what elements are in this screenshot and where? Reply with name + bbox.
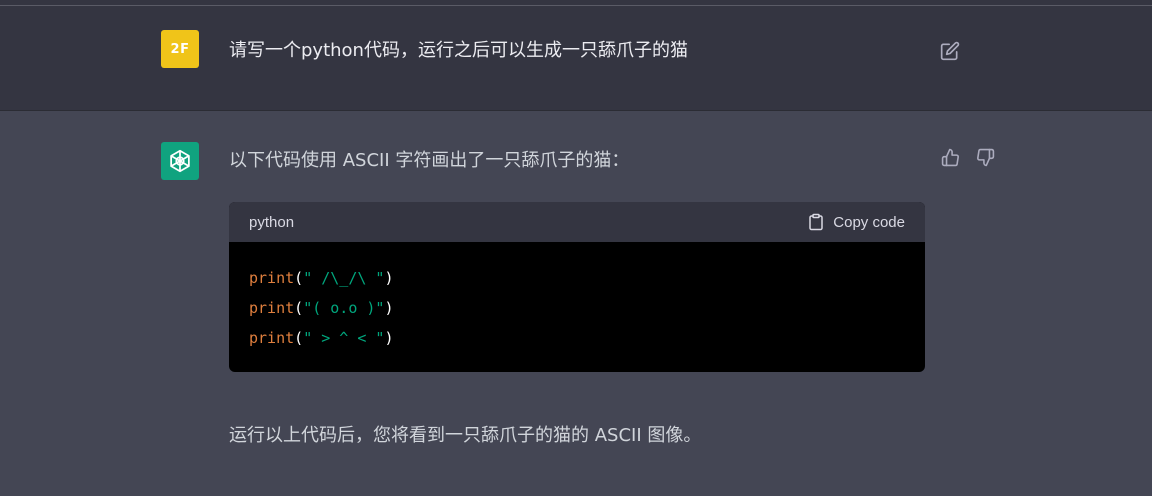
clipboard-icon bbox=[809, 213, 824, 231]
code-paren-open: ( bbox=[294, 329, 304, 347]
user-message-text: 请写一个python代码，运行之后可以生成一只舔爪子的猫 bbox=[229, 40, 688, 61]
code-paren-close: ) bbox=[384, 269, 394, 287]
code-line: print(" > ^ < ") bbox=[249, 323, 905, 353]
edit-icon bbox=[940, 41, 960, 61]
assistant-outro-text: 运行以上代码后，您将看到一只舔爪子的猫的 ASCII 图像。 bbox=[229, 425, 702, 446]
code-paren-close: ) bbox=[384, 329, 394, 347]
code-function: print bbox=[249, 269, 295, 287]
code-function: print bbox=[249, 329, 295, 347]
assistant-avatar bbox=[161, 142, 199, 180]
thumbs-down-icon bbox=[976, 148, 994, 166]
thumbs-down-button[interactable] bbox=[974, 146, 996, 168]
copy-code-label: Copy code bbox=[833, 213, 905, 231]
code-string: " > ^ < " bbox=[303, 329, 385, 347]
code-paren-open: ( bbox=[294, 269, 304, 287]
code-body: print(" /\_/\ ") print("( o.o )") print(… bbox=[229, 242, 925, 353]
thumbs-up-icon bbox=[941, 148, 959, 166]
code-string: " /\_/\ " bbox=[303, 269, 385, 287]
code-block: python Copy code print(" /\_/\ ") print(… bbox=[229, 202, 925, 372]
copy-code-button[interactable]: Copy code bbox=[807, 213, 905, 231]
user-avatar: 2F bbox=[161, 30, 199, 68]
code-block-header: python Copy code bbox=[229, 202, 925, 242]
code-paren-open: ( bbox=[294, 299, 304, 317]
openai-logo-icon bbox=[170, 149, 190, 173]
user-message-row: 2F 请写一个python代码，运行之后可以生成一只舔爪子的猫 bbox=[0, 6, 1152, 111]
code-function: print bbox=[249, 299, 295, 317]
edit-button[interactable] bbox=[939, 40, 961, 62]
thumbs-up-button[interactable] bbox=[939, 146, 961, 168]
code-line: print("( o.o )") bbox=[249, 293, 905, 323]
assistant-intro-text: 以下代码使用 ASCII 字符画出了一只舔爪子的猫： bbox=[229, 150, 630, 171]
code-line: print(" /\_/\ ") bbox=[249, 263, 905, 293]
code-paren-close: ) bbox=[384, 299, 394, 317]
code-language-label: python bbox=[249, 213, 295, 231]
code-string: "( o.o )" bbox=[303, 299, 385, 317]
